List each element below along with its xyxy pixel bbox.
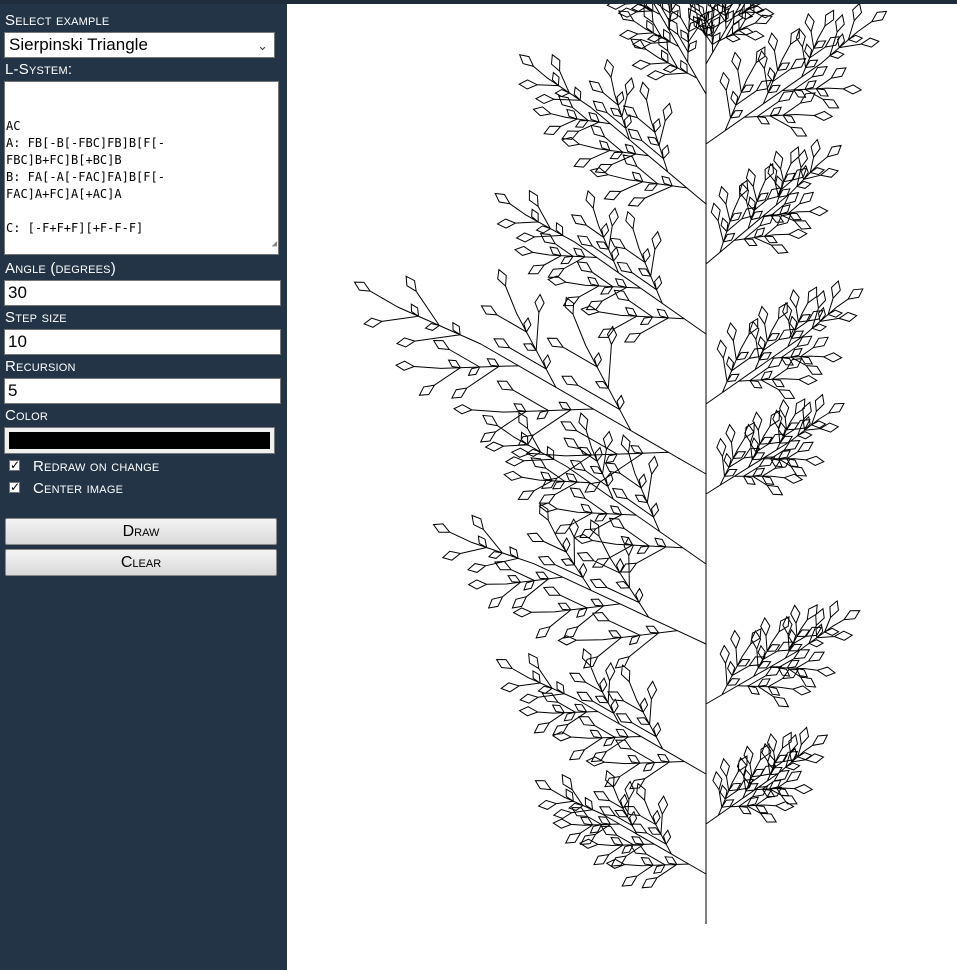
center-checkbox[interactable]: ✓ <box>9 480 21 494</box>
lsystem-line: FBC]B+FC]B[+BC]B <box>6 153 122 167</box>
select-example-label: Select example <box>5 12 110 29</box>
lsystem-line: C: [-F+F+F][+F-F-F] <box>6 221 144 235</box>
step-size-label: Step size <box>5 309 67 326</box>
sidebar: Select example Sierpinski Triangle ⌄ L-S… <box>0 4 287 970</box>
center-label[interactable]: Center image <box>33 480 123 497</box>
color-swatch <box>9 432 270 449</box>
lsystem-line: A: FB[-B[-FBC]FB]B[F[- <box>6 136 165 150</box>
lsystem-line: AC <box>6 119 21 133</box>
lsystem-line <box>6 203 277 220</box>
angle-input[interactable]: 30 <box>4 280 281 306</box>
drawing-canvas[interactable] <box>287 4 957 970</box>
lsystem-label: L-System: <box>5 61 73 78</box>
draw-button[interactable]: Draw <box>5 518 277 545</box>
redraw-label[interactable]: Redraw on change <box>33 458 159 475</box>
lsystem-textarea[interactable]: AC A: FB[-B[-FBC]FB]B[F[- FBC]B+FC]B[+BC]B… <box>4 81 279 255</box>
clear-button[interactable]: Clear <box>5 549 277 576</box>
lsystem-drawing <box>353 4 888 924</box>
color-label: Color <box>5 407 49 424</box>
recursion-input[interactable]: 5 <box>4 378 281 404</box>
angle-label: Angle (degrees) <box>5 260 116 277</box>
step-size-input[interactable]: 10 <box>4 329 281 355</box>
lsystem-line: B: FA[-A[-FAC]FA]B[F[- <box>6 170 165 184</box>
example-select-value: Sierpinski Triangle <box>9 35 148 54</box>
redraw-checkbox[interactable]: ✓ <box>9 458 21 472</box>
lsystem-line: FAC]A+FC]A[+AC]A <box>6 187 122 201</box>
fern-path <box>353 4 888 924</box>
color-picker[interactable] <box>4 427 275 454</box>
example-select[interactable]: Sierpinski Triangle ⌄ <box>4 32 275 58</box>
resize-grip-icon[interactable]: ◢ <box>272 236 277 253</box>
recursion-label: Recursion <box>5 358 76 375</box>
checkmark-icon: ✓ <box>10 458 21 472</box>
checkmark-icon: ✓ <box>10 480 21 494</box>
chevron-down-icon: ⌄ <box>257 38 268 53</box>
